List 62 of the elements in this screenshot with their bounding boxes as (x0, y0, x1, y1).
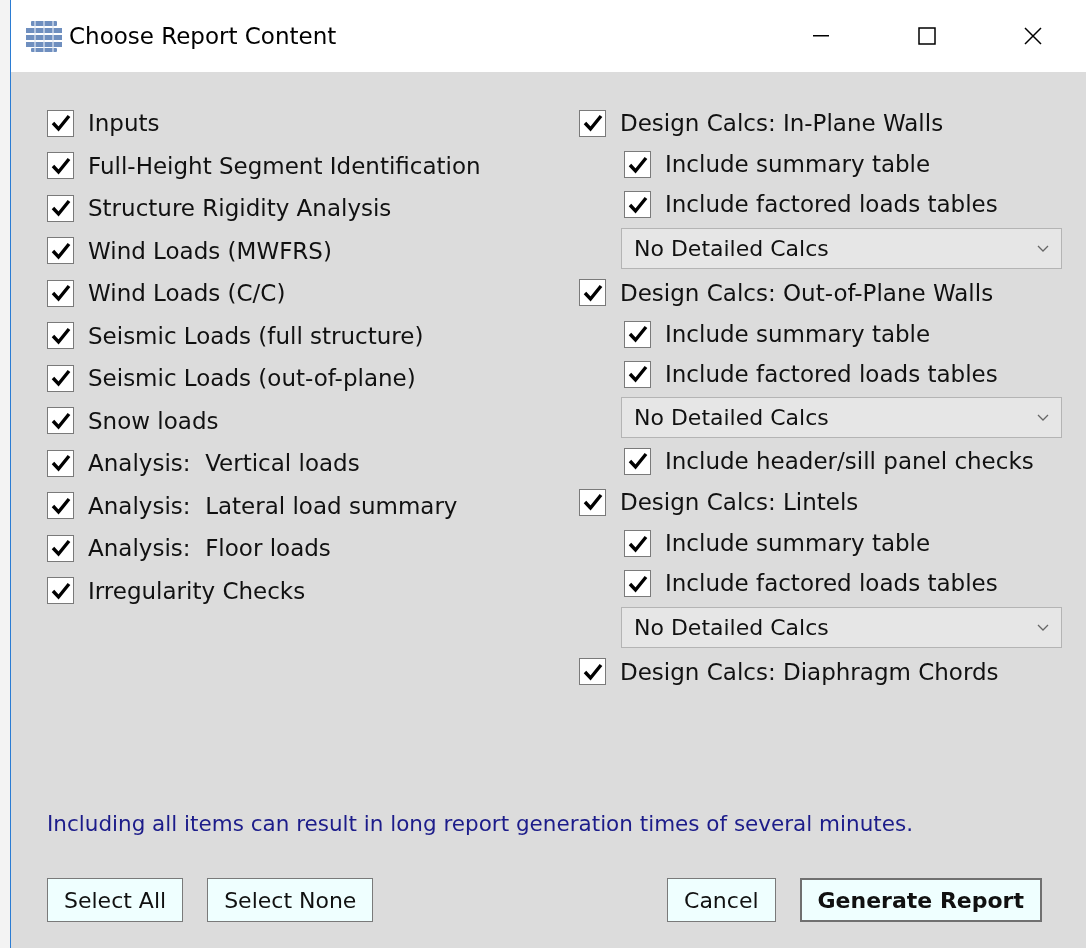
checkbox-label: Structure Rigidity Analysis (88, 194, 392, 223)
checkbox-label: Design Calcs: Diaphragm Chords (620, 657, 999, 687)
checkbox[interactable] (47, 364, 74, 392)
checkbox[interactable] (624, 191, 651, 218)
checkbox[interactable] (579, 488, 606, 516)
warning-note: Including all items can result in long report generation times of several minutes. (47, 810, 914, 838)
checkbox[interactable] (579, 109, 606, 137)
checkbox[interactable] (624, 360, 651, 388)
chevron-down-icon (1037, 414, 1049, 421)
checkbox[interactable] (47, 279, 74, 307)
dropdown[interactable]: No Detailed Calcs (621, 397, 1062, 438)
dialog-button[interactable]: Select None (207, 878, 374, 922)
checkbox-label: Design Calcs: Lintels (620, 488, 859, 517)
checkbox-label: Irregularity Checks (88, 576, 306, 606)
checkbox[interactable] (624, 447, 651, 475)
chevron-down-icon (1037, 623, 1049, 631)
checkbox-label: Seismic Loads (out-of-plane) (88, 364, 416, 393)
checkbox[interactable] (47, 492, 74, 520)
checkbox[interactable] (579, 658, 606, 686)
checkbox[interactable] (579, 279, 606, 307)
checkbox-label: Wind Loads (C/C) (88, 279, 286, 308)
checkbox-label: Include factored loads tables (665, 569, 998, 599)
checkbox[interactable] (624, 320, 651, 348)
checkbox-label: Include factored loads tables (665, 190, 998, 220)
checkbox-label: Inputs (88, 109, 160, 138)
checkbox[interactable] (47, 449, 74, 477)
checkbox-label: Include summary table (665, 150, 931, 180)
checkbox-label: Include header/sill panel checks (665, 446, 1034, 476)
checkbox[interactable] (47, 322, 74, 350)
close-icon (1024, 27, 1042, 45)
minimize-icon (813, 35, 829, 37)
checkbox[interactable] (47, 407, 74, 435)
checkbox[interactable] (47, 577, 74, 605)
checkbox-label: Analysis: Lateral load summary (88, 491, 458, 521)
window-title: Choose Report Content (69, 21, 337, 51)
checkbox[interactable] (47, 237, 74, 265)
chevron-down-icon (1037, 244, 1049, 252)
dialog-button[interactable]: Generate Report (799, 878, 1042, 922)
checkbox-label: Full-Height Segment Identification (88, 151, 481, 181)
dropdown[interactable]: No Detailed Calcs (621, 227, 1062, 269)
checkbox-label: Include summary table (665, 529, 931, 559)
checkbox-label: Seismic Loads (full structure) (88, 321, 424, 351)
maximize-icon (918, 27, 936, 45)
checkbox-label: Wind Loads (MWFRS) (88, 236, 332, 266)
dialog-button[interactable]: Select All (47, 878, 184, 922)
checkbox[interactable] (624, 530, 651, 557)
checkbox-label: Analysis: Vertical loads (88, 449, 360, 478)
checkbox-label: Design Calcs: Out-of-Plane Walls (620, 278, 994, 308)
checkbox[interactable] (624, 570, 651, 597)
dropdown[interactable]: No Detailed Calcs (621, 606, 1062, 648)
checkbox-label: Include summary table (665, 319, 931, 349)
checkbox[interactable] (47, 534, 74, 562)
checkbox-label: Design Calcs: In-Plane Walls (620, 109, 944, 138)
checkbox-label: Include factored loads tables (665, 359, 998, 389)
checkbox[interactable] (47, 152, 74, 180)
app-icon (25, 20, 63, 52)
dialog-button[interactable]: Cancel (667, 878, 776, 922)
checkbox[interactable] (47, 109, 74, 137)
checkbox[interactable] (624, 151, 651, 178)
checkbox[interactable] (47, 194, 74, 222)
checkbox-label: Snow loads (88, 406, 219, 436)
checkbox-label: Analysis: Floor loads (88, 534, 331, 563)
